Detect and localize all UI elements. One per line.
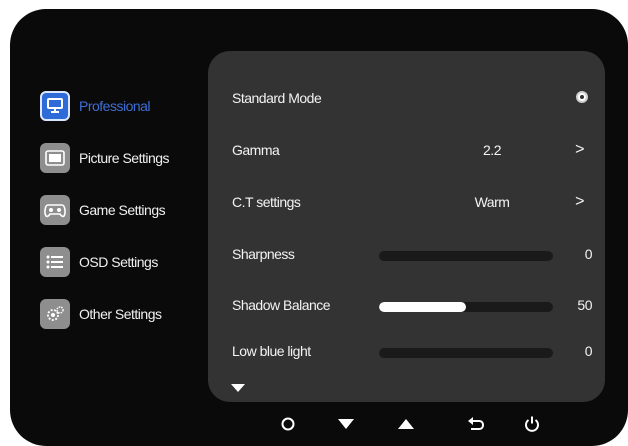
sharpness-row[interactable]: Sharpness 0	[232, 246, 593, 266]
monitor-icon	[40, 91, 70, 121]
return-icon[interactable]	[464, 412, 488, 436]
power-icon[interactable]	[520, 412, 544, 436]
gamma-label: Gamma	[232, 142, 280, 158]
gears-icon	[40, 299, 70, 329]
low-blue-light-value: 0	[584, 343, 593, 359]
sidebar-item-picture-settings[interactable]: Picture Settings	[40, 132, 210, 184]
shadow-balance-slider[interactable]	[379, 302, 553, 312]
sharpness-slider[interactable]	[379, 251, 553, 261]
sidebar-item-label: Picture Settings	[79, 150, 170, 166]
low-blue-light-slider[interactable]	[379, 348, 553, 358]
sharpness-value: 0	[584, 246, 593, 262]
gamma-row[interactable]: Gamma 2.2 >	[232, 141, 592, 162]
sidebar-item-osd-settings[interactable]: OSD Settings	[40, 236, 210, 288]
hardware-button-bar	[0, 412, 628, 438]
gamma-value: 2.2	[483, 142, 501, 158]
scroll-down-icon[interactable]	[231, 384, 245, 392]
sharpness-label: Sharpness	[232, 246, 295, 262]
picture-frame-icon	[40, 143, 70, 173]
sidebar-item-professional[interactable]: Professional	[40, 80, 210, 132]
sidebar: Professional Picture Settings Game Setti…	[40, 80, 210, 340]
down-arrow-icon[interactable]	[334, 412, 358, 436]
list-icon	[40, 247, 70, 277]
shadow-balance-value: 50	[577, 297, 592, 313]
ct-settings-row[interactable]: C.T settings Warm >	[232, 193, 592, 214]
standard-mode-row[interactable]: Standard Mode	[232, 90, 592, 110]
shadow-balance-row[interactable]: Shadow Balance 50	[232, 297, 593, 317]
chevron-right-icon: >	[575, 141, 584, 158]
radio-selected-icon[interactable]	[576, 91, 588, 103]
chevron-right-icon: >	[575, 193, 584, 210]
shadow-balance-slider-fill	[379, 302, 466, 312]
sidebar-item-label: Game Settings	[79, 202, 166, 218]
shadow-balance-label: Shadow Balance	[232, 297, 331, 313]
low-blue-light-label: Low blue light	[232, 343, 311, 359]
ct-settings-value: Warm	[474, 194, 510, 210]
standard-mode-label: Standard Mode	[232, 90, 322, 106]
gamepad-icon	[40, 195, 70, 225]
circle-icon[interactable]	[276, 412, 300, 436]
settings-panel: Standard Mode Gamma 2.2 > C.T settings W…	[208, 51, 605, 402]
sidebar-item-label: Other Settings	[79, 306, 162, 322]
sidebar-item-game-settings[interactable]: Game Settings	[40, 184, 210, 236]
low-blue-light-row[interactable]: Low blue light 0	[232, 343, 593, 363]
sidebar-item-label: OSD Settings	[79, 254, 158, 270]
sidebar-item-other-settings[interactable]: Other Settings	[40, 288, 210, 340]
sidebar-item-label: Professional	[79, 98, 151, 114]
up-arrow-icon[interactable]	[394, 412, 418, 436]
ct-settings-label: C.T settings	[232, 194, 301, 210]
